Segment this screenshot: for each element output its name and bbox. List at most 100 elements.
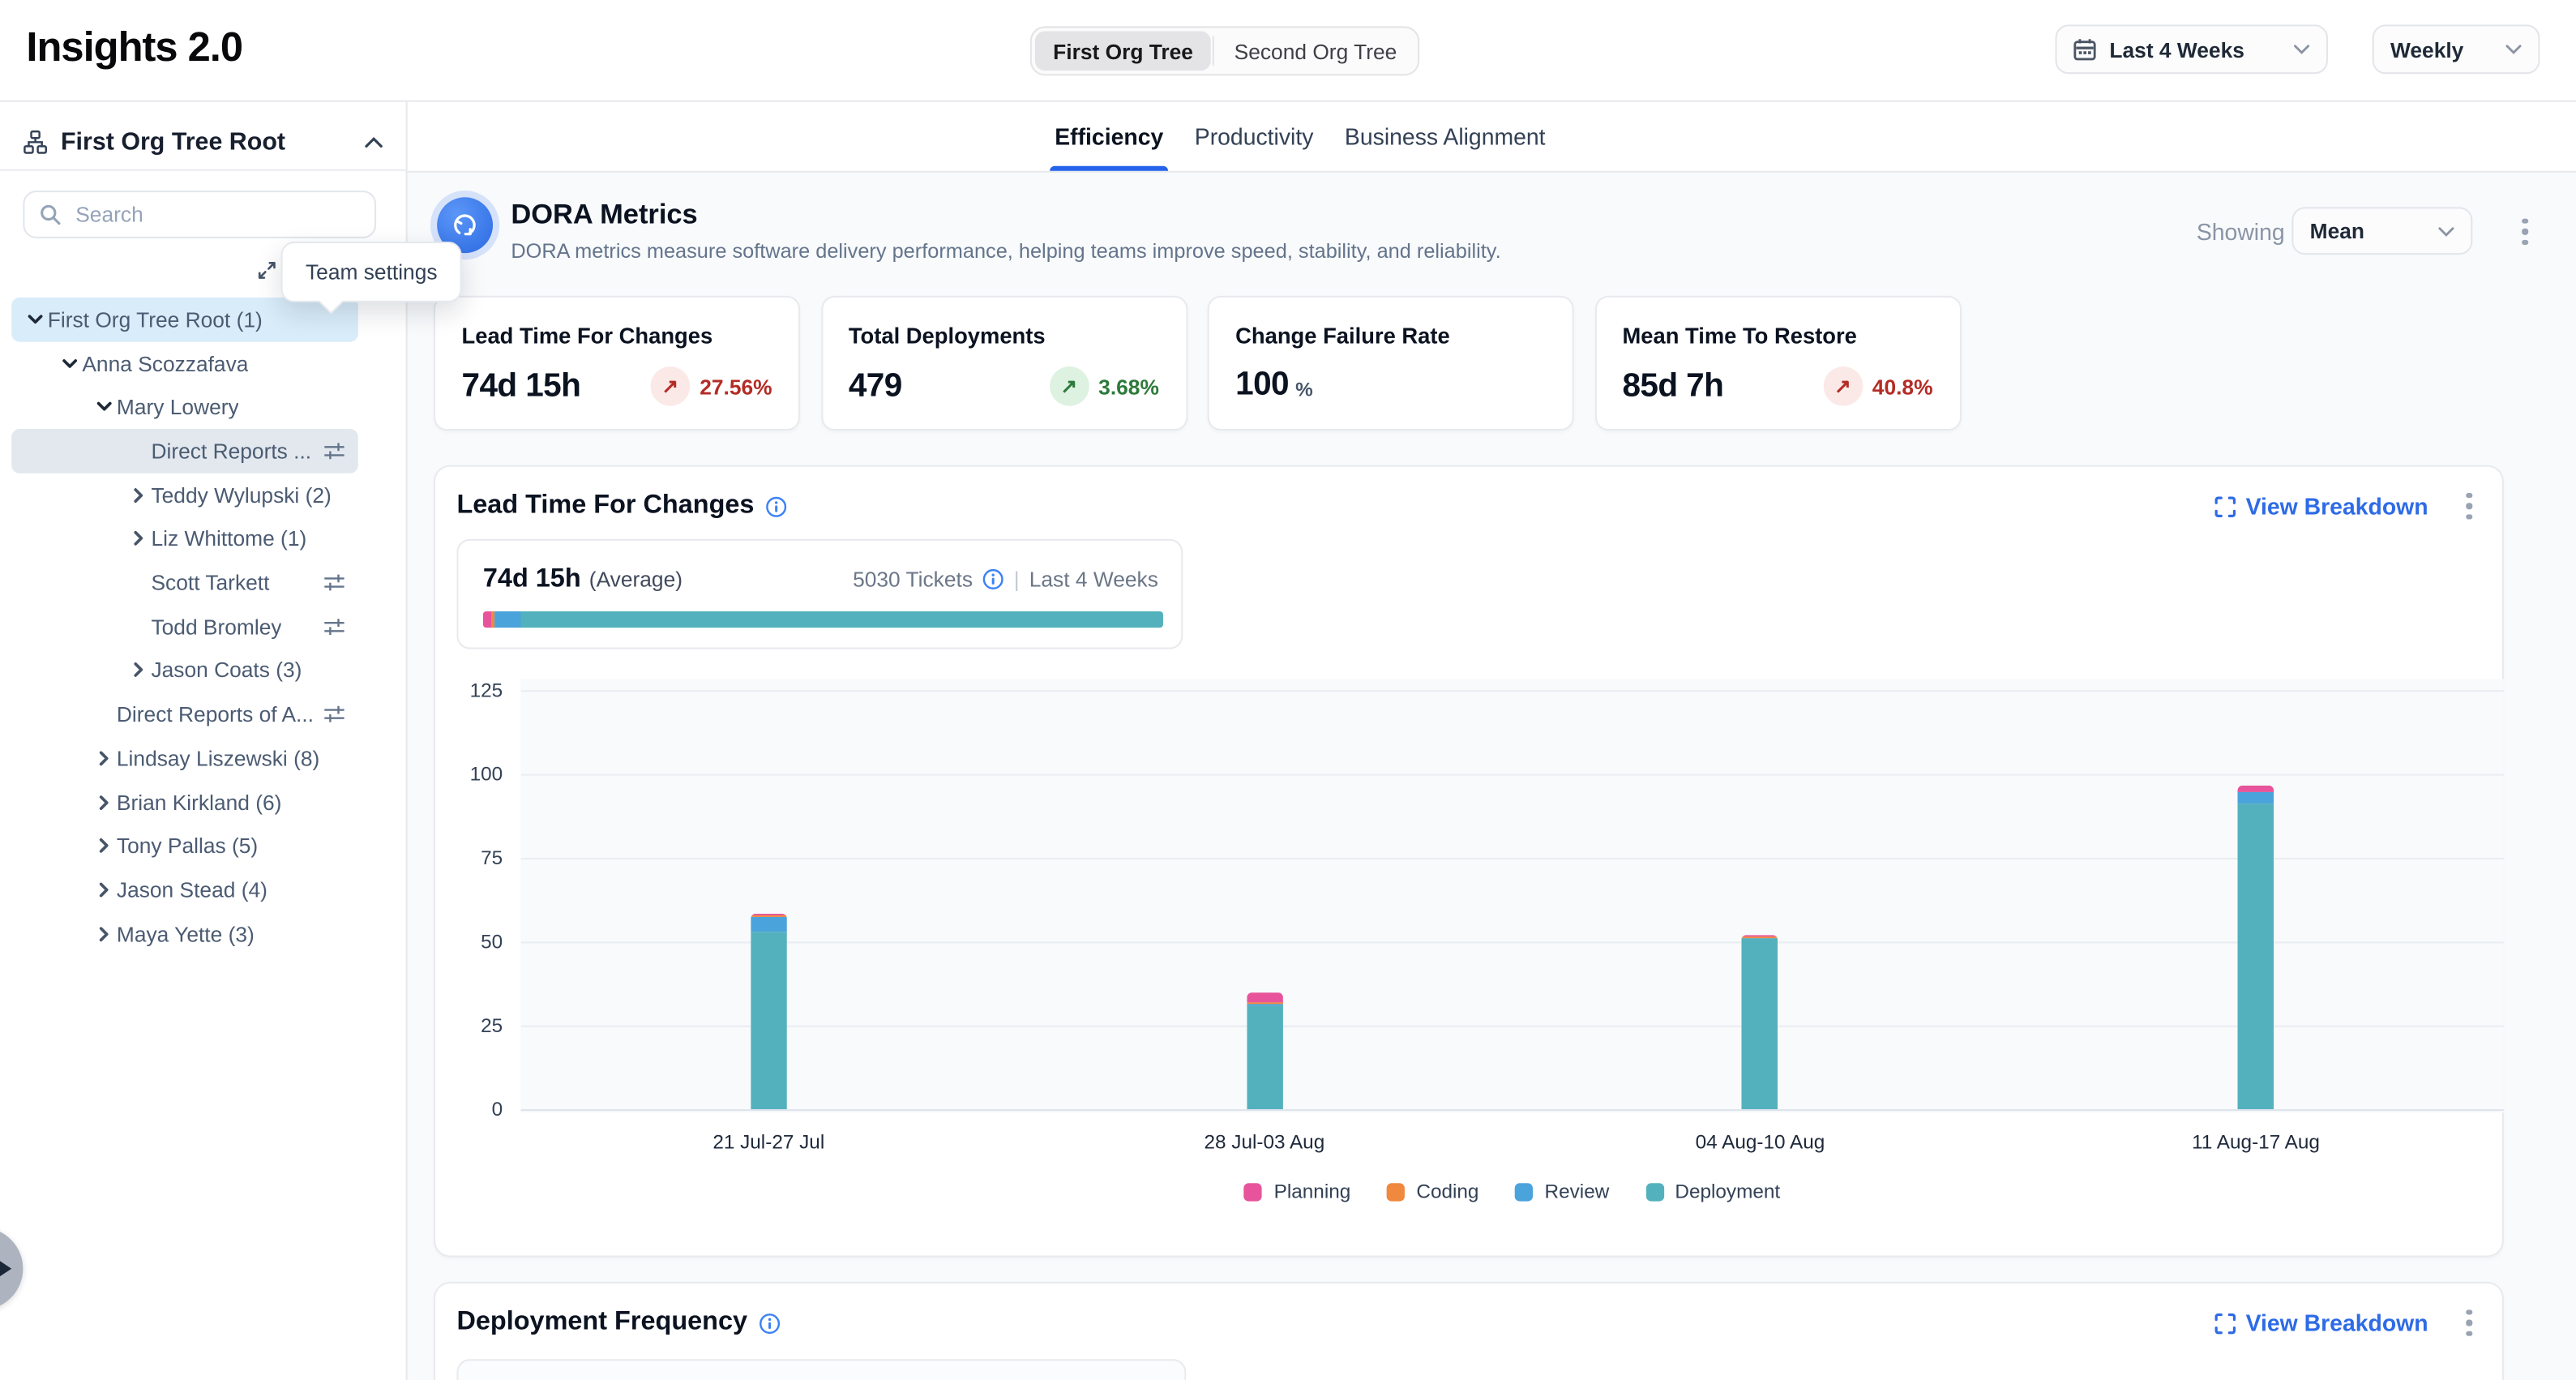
chevron-down-icon <box>2438 226 2454 236</box>
granularity-select[interactable]: Weekly <box>2373 24 2540 74</box>
team-settings-icon[interactable] <box>323 572 344 593</box>
aggregation-value: Mean <box>2310 219 2425 243</box>
gridline <box>520 858 2503 859</box>
tree-item-tony-pallas-5[interactable]: Tony Pallas (5) <box>11 824 358 868</box>
view-breakdown-button[interactable]: View Breakdown <box>2214 1309 2428 1335</box>
distribution-segment-deployment <box>520 611 1163 628</box>
chevron-right-icon[interactable] <box>90 833 116 859</box>
chevron-right-icon[interactable] <box>90 745 116 771</box>
chevron-right-icon[interactable] <box>90 920 116 946</box>
chevron-spacer <box>90 701 116 727</box>
lead-time-more-menu[interactable] <box>2458 493 2480 520</box>
view-breakdown-button[interactable]: View Breakdown <box>2214 493 2428 519</box>
tree-item-anna-scozzafava[interactable]: Anna Scozzafava <box>11 341 358 385</box>
org-tree-tab-second[interactable]: Second Org Tree <box>1216 32 1414 71</box>
play-icon <box>0 1259 11 1279</box>
legend-swatch <box>1387 1182 1405 1200</box>
org-chart-icon <box>23 130 47 154</box>
chevron-down-icon[interactable] <box>21 306 47 332</box>
org-tree-sidebar: First Org Tree Root Expand All First Org… <box>0 101 408 1380</box>
tooltip-text: Team settings <box>306 259 438 284</box>
stacked-bar-3 <box>1742 934 1778 1109</box>
search-input[interactable] <box>72 200 360 228</box>
lead-time-title: Lead Time For Changes <box>456 491 754 521</box>
date-range-select[interactable]: Last 4 Weeks <box>2056 24 2328 74</box>
legend-label: Review <box>1545 1180 1610 1202</box>
tree-item-first-org-tree-root-1[interactable]: First Org Tree Root (1) <box>11 298 358 341</box>
bar-segment-deployment <box>1742 939 1778 1109</box>
chevron-down-icon <box>2505 45 2522 54</box>
expand-all-icon <box>258 260 276 278</box>
lead-time-distribution-bar <box>483 611 1163 628</box>
view-breakdown-label: View Breakdown <box>2246 1309 2428 1335</box>
dora-more-menu[interactable] <box>2514 216 2536 249</box>
team-settings-icon[interactable] <box>323 616 344 637</box>
info-icon[interactable] <box>759 1312 780 1333</box>
y-axis-tick-label: 100 <box>434 762 503 785</box>
legend-item-coding[interactable]: Coding <box>1387 1180 1479 1202</box>
metric-card-value: 479 <box>849 367 902 405</box>
team-settings-icon[interactable] <box>323 440 344 461</box>
tree-item-label: Scott Tarkett <box>151 570 269 594</box>
tree-item-maya-yette-3[interactable]: Maya Yette (3) <box>11 911 358 955</box>
lead-time-average-card: 74d 15h (Average) 5030 Tickets | Last 4 … <box>456 539 1183 649</box>
info-icon[interactable] <box>766 495 787 516</box>
team-settings-icon[interactable] <box>323 704 344 725</box>
arrow-up-right-icon: ↗ <box>1049 366 1089 406</box>
tree-item-brian-kirkland-6[interactable]: Brian Kirkland (6) <box>11 780 358 824</box>
bar-segment-deployment <box>751 932 787 1109</box>
tree-item-liz-whittome-1[interactable]: Liz Whittome (1) <box>11 516 358 560</box>
tree-item-label: First Org Tree Root (1) <box>48 307 263 332</box>
sidebar-search[interactable] <box>23 191 376 238</box>
app-window: Insights 2.0 First Org Tree Second Org T… <box>0 0 2576 1380</box>
chevron-right-icon[interactable] <box>90 876 116 902</box>
tree-item-scott-tarkett[interactable]: Scott Tarkett <box>11 561 358 605</box>
chevron-right-icon[interactable] <box>125 525 151 551</box>
gridline <box>520 941 2503 943</box>
aggregation-select[interactable]: Mean <box>2291 207 2472 255</box>
chevron-spacer <box>125 438 151 464</box>
legend-item-deployment[interactable]: Deployment <box>1645 1180 1780 1202</box>
y-axis-tick-label: 50 <box>434 930 503 953</box>
chevron-right-icon[interactable] <box>125 658 151 684</box>
view-breakdown-label: View Breakdown <box>2246 493 2428 519</box>
average-suffix: (Average) <box>589 567 683 591</box>
tree-item-lindsay-liszewski-8[interactable]: Lindsay Liszewski (8) <box>11 736 358 780</box>
tree-item-mary-lowery[interactable]: Mary Lowery <box>11 385 358 429</box>
metric-card-title: Total Deployments <box>849 324 1159 348</box>
info-icon[interactable] <box>982 568 1003 589</box>
tab-business-alignment[interactable]: Business Alignment <box>1345 101 1546 171</box>
chevron-down-icon[interactable] <box>90 394 116 420</box>
chevron-down-icon[interactable] <box>56 350 82 376</box>
chevron-down-icon <box>2293 45 2309 54</box>
tree-item-todd-bromley[interactable]: Todd Bromley <box>11 605 358 649</box>
tree-item-label: Lindsay Liszewski (8) <box>117 746 319 770</box>
tab-productivity[interactable]: Productivity <box>1195 101 1314 171</box>
legend-item-review[interactable]: Review <box>1515 1180 1609 1202</box>
distribution-segment-review <box>494 611 521 628</box>
chart-legend: Planning Coding Review Deployment <box>520 1180 2503 1202</box>
metric-card-title: Lead Time For Changes <box>462 324 772 348</box>
period-label: Last 4 Weeks <box>1029 567 1158 591</box>
tab-efficiency[interactable]: Efficiency <box>1055 101 1163 171</box>
delta-value: 40.8% <box>1872 374 1933 398</box>
tree-item-jason-stead-4[interactable]: Jason Stead (4) <box>11 868 358 911</box>
deployment-frequency-title: Deployment Frequency <box>456 1308 747 1337</box>
tree-item-teddy-wylupski-2[interactable]: Teddy Wylupski (2) <box>11 473 358 516</box>
average-value: 74d 15h <box>483 565 581 594</box>
dora-section-title: DORA Metrics <box>511 199 697 232</box>
tree-item-direct-reports-of-a[interactable]: Direct Reports of A... <box>11 692 358 736</box>
x-axis-tick-label: 21 Jul-27 Jul <box>571 1130 965 1153</box>
collapse-sidebar-icon[interactable] <box>365 136 383 148</box>
chevron-right-icon[interactable] <box>90 789 116 815</box>
gridline <box>520 1109 2503 1111</box>
tree-item-direct-reports[interactable]: Direct Reports ... <box>11 429 358 473</box>
legend-item-planning[interactable]: Planning <box>1244 1180 1350 1202</box>
bar-segment-deployment <box>2238 804 2274 1109</box>
org-tree-tab-first[interactable]: First Org Tree <box>1035 32 1211 71</box>
legend-swatch <box>1645 1182 1663 1200</box>
deployment-frequency-more-menu[interactable] <box>2458 1309 2480 1336</box>
tree-item-jason-coats-3[interactable]: Jason Coats (3) <box>11 649 358 692</box>
granularity-value: Weekly <box>2390 37 2493 62</box>
chevron-right-icon[interactable] <box>125 482 151 508</box>
